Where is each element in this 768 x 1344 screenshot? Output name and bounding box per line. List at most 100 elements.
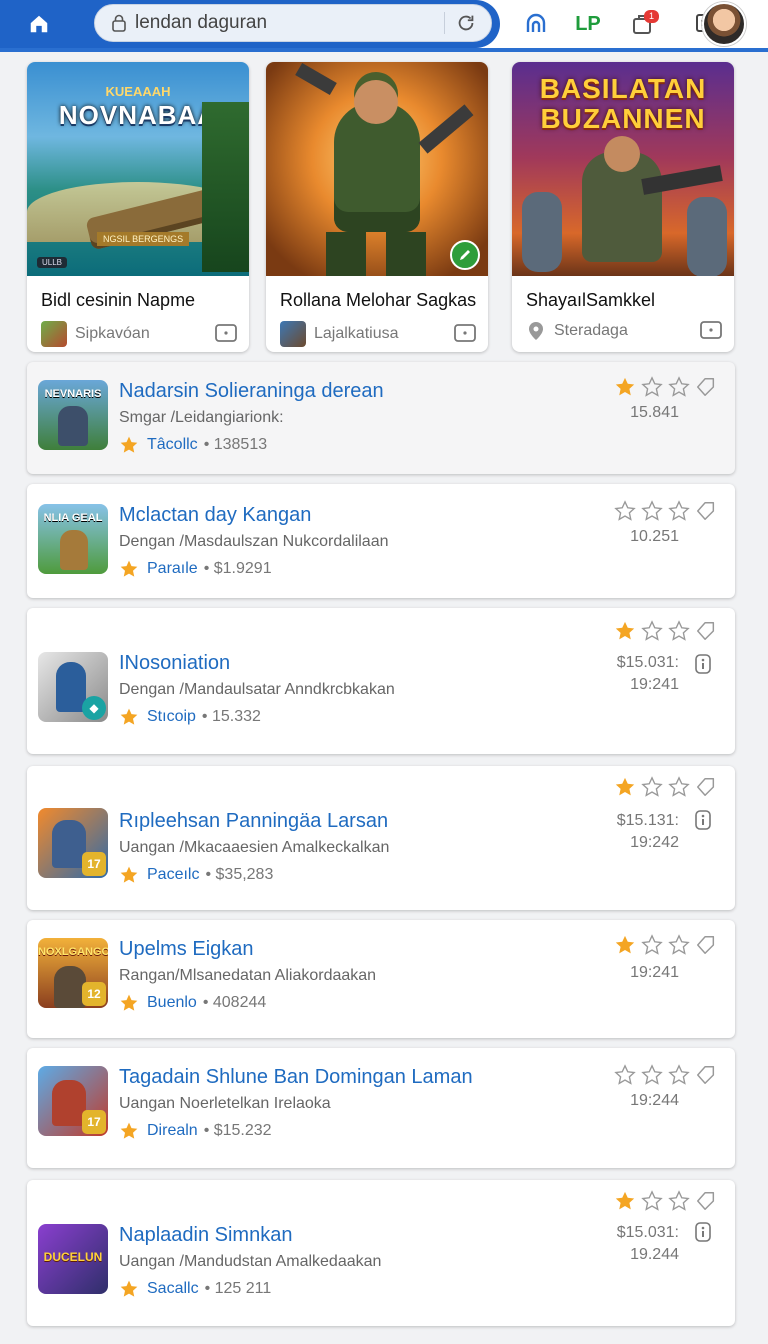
list-item[interactable]: NOXLGANGO 12 Upelms Eigkan Rangan/Mlsane… — [27, 920, 735, 1038]
message-icon[interactable] — [454, 324, 476, 344]
featured-card[interactable]: KUEAAAH NOVNABAA NGSIL BERGENGS ULLB Bid… — [27, 62, 249, 352]
check-badge — [450, 240, 480, 270]
star-outline-icon — [641, 620, 663, 641]
list-item[interactable]: 17 Rıpleehsan Panningäa Larsan Uangan /M… — [27, 766, 735, 910]
star-icon — [120, 436, 138, 453]
item-title[interactable]: Mclactan day Kangan — [119, 504, 389, 527]
tag-icon[interactable] — [695, 776, 717, 798]
shield-icon: ◆ — [82, 696, 106, 720]
item-publisher[interactable]: Direaln — [147, 1122, 198, 1140]
star-outline-icon — [641, 776, 663, 797]
item-number: $15.031: — [616, 654, 679, 671]
item-text: Naplaadin Simnkan Uangan /Mandudstan Ama… — [119, 1224, 381, 1299]
icon-label: NOXLGANGO — [38, 946, 108, 958]
rating-stars[interactable] — [609, 776, 717, 798]
star-outline-icon — [668, 776, 690, 797]
publisher-name: Lajalkatiusa — [314, 325, 399, 342]
info-icon[interactable] — [695, 1222, 711, 1242]
item-title[interactable]: Naplaadin Simnkan — [119, 1224, 381, 1247]
item-publisher[interactable]: Paraıle — [147, 560, 198, 578]
item-publisher[interactable]: Buenlo — [147, 994, 197, 1012]
item-publisher[interactable]: Sacallc — [147, 1280, 199, 1298]
star-icon — [120, 994, 138, 1011]
level-badge: 17 — [82, 1110, 106, 1134]
item-numbers: 19:244 — [630, 1090, 679, 1112]
cart-button[interactable]: 1 — [624, 6, 660, 42]
item-subtitle: Uangan Noerletelkan Irelaoka — [119, 1095, 331, 1112]
item-numbers: 15.841 — [630, 402, 679, 424]
tag-icon[interactable] — [695, 376, 717, 398]
browser-toolbar: LP 1 — [0, 0, 768, 52]
item-count: • $15.232 — [203, 1122, 272, 1139]
item-title[interactable]: Nadarsin Solieraninga derean — [119, 380, 384, 403]
home-button[interactable] — [0, 0, 80, 48]
star-outline-icon — [668, 376, 690, 397]
reload-icon[interactable] — [444, 12, 477, 34]
item-title[interactable]: Tagadain Shlune Ban Domingan Laman — [119, 1066, 473, 1089]
lp-button[interactable]: LP — [570, 6, 606, 42]
address-bar[interactable] — [94, 4, 492, 42]
icon-label: NEVNARIS — [44, 388, 102, 400]
item-publisher[interactable]: Tâcollc — [147, 436, 198, 454]
tag-icon[interactable] — [695, 1190, 717, 1212]
tag-icon[interactable] — [695, 934, 717, 956]
item-text: Nadarsin Solieraninga derean Smgar /Leid… — [119, 380, 384, 455]
message-icon[interactable] — [215, 324, 237, 344]
featured-title: Rollana Melohar Sagkas — [280, 290, 477, 310]
item-text: Rıpleehsan Panningäa Larsan Uangan /Mkac… — [119, 810, 389, 885]
rating-stars[interactable] — [609, 1190, 717, 1212]
address-input[interactable] — [135, 12, 444, 34]
list-item[interactable]: NEVNARIS Nadarsin Solieraninga derean Sm… — [27, 362, 735, 474]
tag-icon[interactable] — [695, 620, 717, 642]
item-text: INosoniation Dengan /Mandaulsatar Anndkr… — [119, 652, 395, 727]
location-icon — [529, 322, 543, 340]
item-numbers: 10.251 — [630, 526, 679, 548]
rating-stars[interactable] — [609, 934, 717, 956]
item-meta: Buenlo • 408244 — [119, 993, 376, 1013]
rating-stars[interactable] — [609, 500, 717, 522]
publisher-thumbnail — [41, 321, 67, 347]
info-icon[interactable] — [695, 810, 711, 830]
item-number: 15.841 — [630, 404, 679, 421]
featured-row: KUEAAAH NOVNABAA NGSIL BERGENGS ULLB Bid… — [27, 62, 737, 354]
featured-card[interactable]: BASILATAN BUZANNEN ShayaılSamkkel Sterad… — [512, 62, 734, 352]
item-numbers: $15.031: 19:241 — [617, 652, 679, 696]
item-title[interactable]: Rıpleehsan Panningäa Larsan — [119, 810, 389, 833]
info-icon[interactable] — [695, 654, 711, 674]
item-subtitle: Smgar /Leidangiarionk: — [119, 409, 284, 426]
item-count: • 15.332 — [201, 708, 261, 725]
list-item[interactable]: NLIA GEAL Mclactan day Kangan Dengan /Ma… — [27, 484, 735, 598]
star-outline-icon — [641, 500, 663, 521]
list-item[interactable]: DUCELUN Naplaadin Simnkan Uangan /Mandud… — [27, 1180, 735, 1326]
list-item[interactable]: ◆ INosoniation Dengan /Mandaulsatar Annd… — [27, 608, 735, 754]
item-publisher[interactable]: Paceılc — [147, 866, 199, 884]
featured-art: KUEAAAH NOVNABAA NGSIL BERGENGS ULLB — [27, 62, 249, 276]
item-meta: Direaln • $15.232 — [119, 1121, 473, 1141]
rating-stars[interactable] — [609, 620, 717, 642]
item-title[interactable]: INosoniation — [119, 652, 395, 675]
list-item[interactable]: 17 Tagadain Shlune Ban Domingan Laman Ua… — [27, 1048, 735, 1168]
tag-icon[interactable] — [695, 1064, 717, 1086]
publisher-thumbnail — [280, 321, 306, 347]
item-meta: Paceılc • $35,283 — [119, 865, 389, 885]
arch-button[interactable] — [518, 6, 554, 42]
art-title-line: BUZANNEN — [540, 103, 706, 134]
item-meta: Paraıle • $1.9291 — [119, 559, 389, 579]
item-publisher[interactable]: Stıcoip — [147, 708, 196, 726]
tag-icon[interactable] — [695, 500, 717, 522]
star-icon — [615, 377, 635, 396]
item-number: 19.244 — [630, 1246, 679, 1263]
rating-stars[interactable] — [609, 1064, 717, 1086]
item-number: 19:244 — [630, 1092, 679, 1109]
item-count: • $35,283 — [205, 866, 274, 883]
item-meta: Sacallc • 125 211 — [119, 1279, 381, 1299]
featured-art — [266, 62, 488, 276]
user-avatar[interactable] — [702, 2, 746, 46]
art-title-line: BASILATAN — [539, 73, 707, 104]
message-icon[interactable] — [700, 321, 722, 341]
item-title[interactable]: Upelms Eigkan — [119, 938, 376, 961]
rating-stars[interactable] — [609, 376, 717, 398]
item-number: 19:241 — [630, 964, 679, 981]
featured-card[interactable]: Rollana Melohar Sagkas Lajalkatiusa — [266, 62, 488, 352]
item-number: $15.131: — [616, 812, 679, 829]
